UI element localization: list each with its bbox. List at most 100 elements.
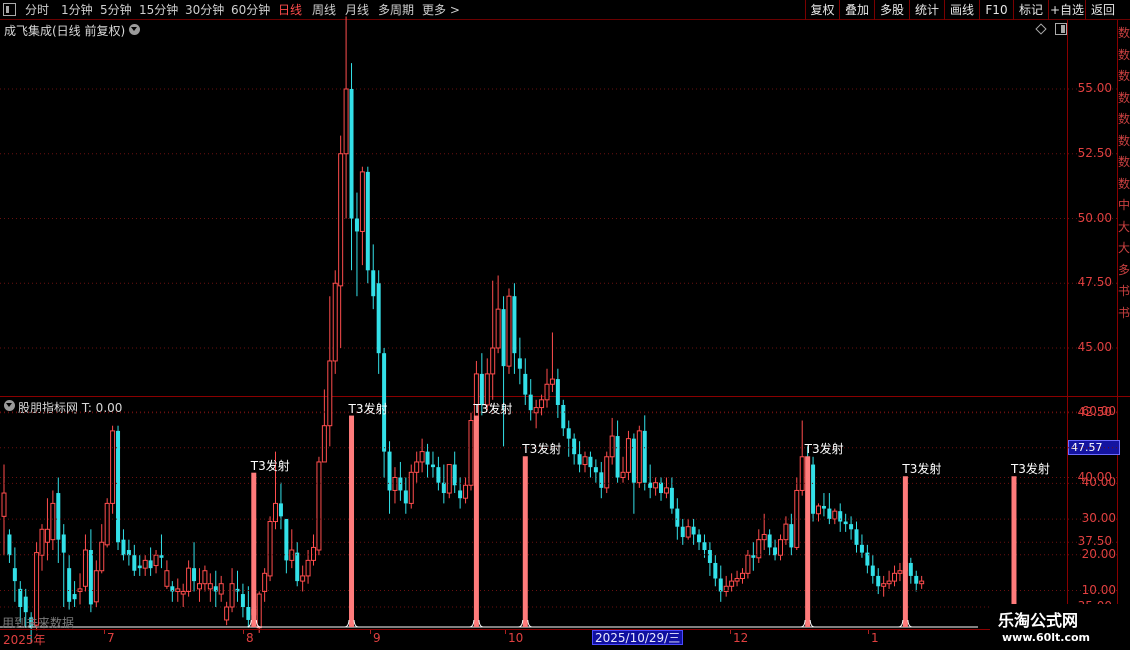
candle xyxy=(631,433,636,514)
candle xyxy=(767,529,772,556)
candle xyxy=(854,521,859,553)
candle xyxy=(289,529,295,569)
candle xyxy=(745,550,751,579)
candle xyxy=(468,412,474,491)
candle xyxy=(50,490,56,551)
candle xyxy=(604,451,610,494)
candle xyxy=(811,456,816,522)
candle xyxy=(425,443,430,478)
date-tick xyxy=(505,630,506,634)
chart-canvas[interactable] xyxy=(0,0,1130,650)
candle xyxy=(82,534,88,592)
date-axis: 2025年 7 8 9 10 12 1 xyxy=(0,629,1000,647)
candle xyxy=(588,451,593,478)
date-tick xyxy=(730,630,731,634)
candle xyxy=(267,516,273,582)
candle xyxy=(870,555,875,584)
candle xyxy=(436,456,441,491)
candle xyxy=(126,539,131,566)
candle xyxy=(349,63,354,271)
date-label-aug: 8 xyxy=(246,631,254,645)
candle xyxy=(723,575,729,597)
candle xyxy=(67,555,72,610)
candle xyxy=(897,562,903,582)
candle xyxy=(816,503,821,522)
candle xyxy=(533,399,539,429)
candle xyxy=(371,244,376,310)
candle xyxy=(680,518,685,545)
candle xyxy=(12,547,17,602)
candle xyxy=(663,477,669,499)
candle xyxy=(196,568,202,602)
candle xyxy=(506,288,512,374)
candle xyxy=(77,573,83,605)
signal-label: T3发射 xyxy=(522,442,562,457)
candle xyxy=(756,529,762,563)
watermark-url: www.60lt.com xyxy=(1002,631,1091,644)
candle xyxy=(620,456,626,483)
candle xyxy=(685,518,691,540)
signal-bar xyxy=(522,456,528,627)
candle xyxy=(648,464,653,499)
candle xyxy=(675,498,680,540)
candle xyxy=(430,451,435,478)
candle xyxy=(316,456,322,556)
candle xyxy=(832,508,838,525)
candle xyxy=(365,166,370,284)
candle xyxy=(311,534,317,566)
candle xyxy=(691,518,696,545)
candle xyxy=(827,493,832,525)
date-tick xyxy=(243,630,244,634)
candle xyxy=(582,451,588,473)
candle xyxy=(789,513,794,556)
candle xyxy=(702,534,707,558)
date-label-oct: 10 xyxy=(508,631,524,645)
candle xyxy=(794,477,800,551)
candle xyxy=(849,516,854,540)
candle xyxy=(121,529,126,561)
date-label-year: 2025年 xyxy=(3,633,46,647)
candle xyxy=(376,270,381,374)
candle xyxy=(549,332,555,393)
candle xyxy=(414,451,420,483)
candle xyxy=(729,573,735,592)
date-label-dec: 12 xyxy=(733,631,749,645)
candle xyxy=(615,420,620,483)
candle xyxy=(458,477,463,509)
watermark-title: 乐淘公式网 xyxy=(998,611,1079,630)
candle xyxy=(773,539,778,561)
date-tick xyxy=(104,630,105,634)
date-label-sep: 9 xyxy=(373,631,381,645)
candle xyxy=(153,550,159,574)
candle xyxy=(180,583,186,607)
candle xyxy=(343,16,349,219)
candle xyxy=(555,368,560,418)
candle xyxy=(523,358,528,405)
candle xyxy=(783,516,789,545)
candle xyxy=(441,464,446,504)
candle xyxy=(207,573,213,602)
candle xyxy=(235,570,240,602)
candle xyxy=(739,568,745,584)
candle xyxy=(843,513,848,532)
date-cursor-label: 2025/10/29/三 xyxy=(592,630,684,645)
candle xyxy=(625,430,631,481)
candle xyxy=(609,417,615,465)
candle xyxy=(93,560,99,607)
signal-label: T3发射 xyxy=(473,401,513,416)
candle xyxy=(56,477,61,563)
candle xyxy=(636,425,642,488)
candle xyxy=(88,529,93,613)
candle xyxy=(186,560,192,597)
date-label-jan: 1 xyxy=(871,631,879,645)
candle xyxy=(799,420,805,496)
candle xyxy=(213,570,218,607)
candle xyxy=(599,461,604,499)
candle xyxy=(61,524,66,607)
signal-bar xyxy=(473,415,479,627)
candle xyxy=(713,555,718,587)
candle xyxy=(859,534,864,558)
candle xyxy=(354,192,359,297)
candle xyxy=(452,451,457,494)
candle xyxy=(398,461,403,501)
